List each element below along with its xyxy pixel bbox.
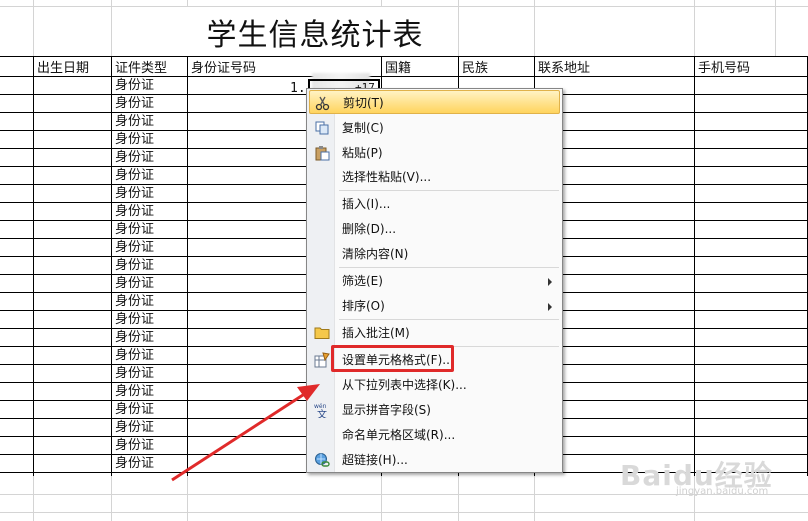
watermark-url: jingyan.baidu.com — [676, 486, 769, 497]
annotation-arrow — [171, 384, 320, 482]
